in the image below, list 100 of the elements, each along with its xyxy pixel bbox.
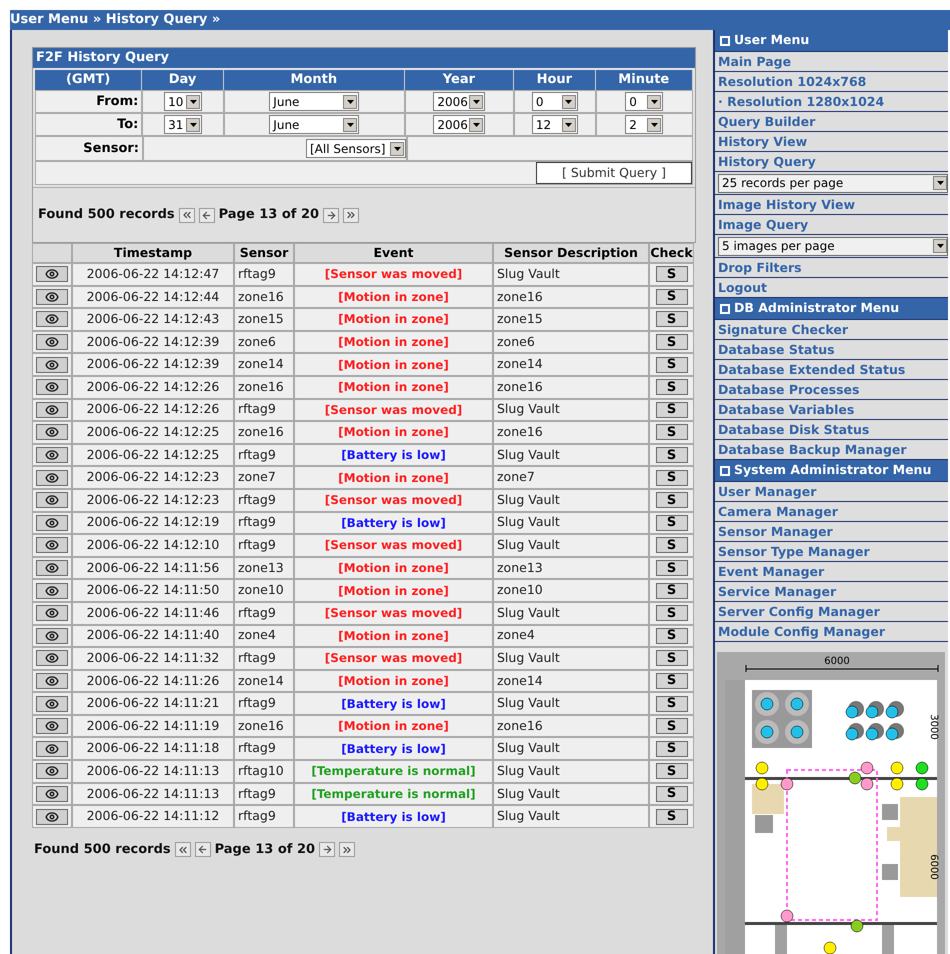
check-button[interactable]: S	[656, 379, 688, 396]
view-button[interactable]	[36, 763, 68, 780]
view-button[interactable]	[36, 266, 68, 282]
column-header: Event	[294, 243, 493, 263]
check-button[interactable]: S	[656, 582, 688, 599]
view-button[interactable]	[36, 514, 68, 531]
last-page-button[interactable]	[343, 208, 360, 222]
per-page-dropdown[interactable]: 5 images per page	[718, 236, 948, 256]
view-button[interactable]	[36, 311, 68, 328]
timestamp-cell: 2006-06-22 14:12:39	[72, 330, 234, 354]
check-button[interactable]: S	[656, 402, 688, 418]
dimension-label: 3000	[928, 714, 939, 740]
view-button[interactable]	[36, 650, 68, 666]
check-button[interactable]: S	[656, 514, 688, 531]
view-button[interactable]	[36, 447, 68, 464]
double-right-arrow-icon	[345, 209, 358, 221]
eye-icon	[45, 267, 59, 282]
view-button[interactable]	[36, 492, 68, 508]
description-cell: Slug Vault	[493, 737, 649, 760]
view-button[interactable]	[36, 808, 68, 825]
view-button[interactable]	[36, 605, 68, 622]
dropdown[interactable]: 2006	[433, 115, 486, 134]
dropdown[interactable]: June	[269, 115, 360, 134]
previous-page-button[interactable]	[194, 842, 211, 858]
next-page-button[interactable]	[323, 208, 340, 222]
check-button[interactable]: S	[656, 628, 688, 644]
sensor-cell: rftag10	[234, 760, 294, 783]
next-page-button[interactable]	[319, 842, 336, 858]
view-button[interactable]	[36, 334, 68, 350]
dropdown[interactable]: 10	[164, 92, 202, 111]
event-cell: [Motion in zone]	[294, 376, 493, 399]
check-button[interactable]: S	[656, 492, 688, 508]
check-button[interactable]: S	[656, 266, 688, 282]
check-button[interactable]: S	[656, 334, 688, 350]
eye-icon	[45, 380, 59, 394]
check-button[interactable]: S	[656, 560, 688, 576]
view-button[interactable]	[36, 402, 68, 418]
dropdown[interactable]: 2	[625, 115, 664, 134]
timestamp-cell: 2006-06-22 14:11:18	[72, 737, 234, 760]
row-label: Sensor:	[35, 136, 143, 161]
view-button[interactable]	[36, 537, 68, 554]
view-button[interactable]	[36, 356, 68, 373]
event-cell: [Battery is low]	[294, 805, 493, 828]
description-cell: Slug Vault	[493, 602, 649, 624]
description-cell: zone16	[493, 376, 649, 399]
sensor-cell: zone14	[234, 353, 294, 376]
check-button[interactable]: S	[656, 672, 688, 689]
view-button[interactable]	[36, 628, 68, 644]
per-page-dropdown[interactable]: 25 records per page	[718, 174, 948, 192]
check-button[interactable]: S	[656, 763, 688, 780]
check-button[interactable]: S	[656, 447, 688, 464]
sensor-cell: rftag9	[234, 602, 294, 624]
dropdown[interactable]: June	[269, 92, 360, 111]
dropdown[interactable]: 12	[532, 115, 578, 134]
view-button[interactable]	[36, 470, 68, 486]
check-button[interactable]: S	[656, 808, 688, 825]
view-button[interactable]	[36, 672, 68, 689]
double-left-arrow-icon	[180, 209, 193, 221]
check-button[interactable]: S	[656, 311, 688, 328]
check-button[interactable]: S	[656, 356, 688, 373]
timestamp-cell: 2006-06-22 14:11:19	[72, 714, 234, 738]
event-cell: [Battery is low]	[294, 692, 493, 715]
timestamp-cell: 2006-06-22 14:11:56	[72, 556, 234, 580]
check-button[interactable]: S	[656, 424, 688, 440]
view-button[interactable]	[36, 560, 68, 576]
page-indicator: Page 13 of 20	[218, 206, 320, 224]
view-button[interactable]	[36, 740, 68, 757]
check-button[interactable]: S	[656, 605, 688, 622]
dropdown[interactable]: 2006	[433, 92, 486, 111]
view-button[interactable]	[36, 696, 68, 712]
event-cell: [Motion in zone]	[294, 308, 493, 331]
check-button[interactable]: S	[656, 696, 688, 712]
description-cell: zone13	[493, 556, 649, 580]
dropdown[interactable]: 0	[532, 92, 578, 111]
description-cell: Slug Vault	[493, 805, 649, 828]
previous-page-button[interactable]	[198, 208, 215, 222]
view-button[interactable]	[36, 379, 68, 396]
check-button[interactable]: S	[656, 650, 688, 666]
first-page-button[interactable]	[178, 208, 195, 222]
sensor-cell: zone16	[234, 421, 294, 444]
timestamp-cell: 2006-06-22 14:11:40	[72, 624, 234, 648]
dropdown[interactable]: 0	[625, 92, 664, 111]
check-button[interactable]: S	[656, 786, 688, 802]
dropdown[interactable]: [All Sensors]	[306, 139, 406, 158]
view-button[interactable]	[36, 424, 68, 440]
sensor-cell: zone16	[234, 714, 294, 738]
view-button[interactable]	[36, 288, 68, 305]
check-button[interactable]: S	[656, 718, 688, 734]
submit-query-button[interactable]: [ Submit Query ]	[536, 162, 692, 184]
check-button[interactable]: S	[656, 740, 688, 757]
check-button[interactable]: S	[656, 537, 688, 554]
dropdown[interactable]: 31	[164, 115, 202, 134]
eye-icon	[45, 470, 59, 485]
view-button[interactable]	[36, 582, 68, 599]
check-button[interactable]: S	[656, 288, 688, 305]
last-page-button[interactable]	[339, 842, 356, 858]
view-button[interactable]	[36, 786, 68, 802]
first-page-button[interactable]	[174, 842, 191, 858]
view-button[interactable]	[36, 718, 68, 734]
check-button[interactable]: S	[656, 470, 688, 486]
